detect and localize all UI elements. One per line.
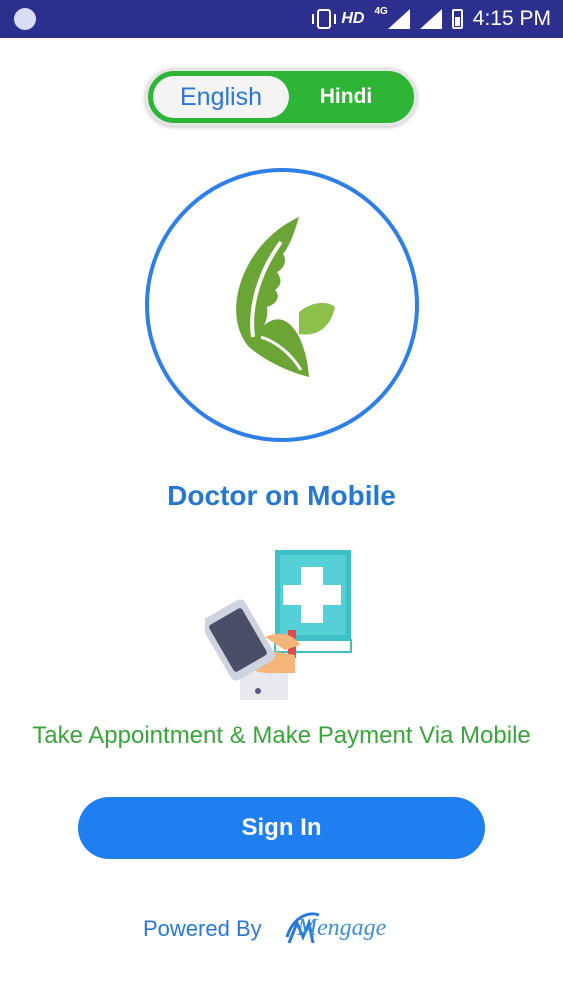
mobile-health-illustration — [201, 545, 365, 710]
signal-icon-2 — [419, 9, 442, 29]
network-type-label: 4G — [374, 5, 388, 17]
app-title: Doctor on Mobile — [167, 480, 396, 511]
clock: 4:15 PM — [472, 7, 551, 30]
vibrate-icon — [312, 9, 337, 29]
app-notification-icon — [14, 8, 36, 30]
language-option-english[interactable]: English — [153, 76, 289, 118]
language-toggle[interactable]: English Hindi — [145, 68, 417, 126]
app-logo — [145, 168, 419, 442]
tagline: Take Appointment & Make Payment Via Mobi… — [32, 722, 531, 749]
hd-label: HD — [341, 10, 365, 27]
status-bar: HD 4G 4:15 PM — [0, 0, 563, 38]
battery-icon — [451, 9, 463, 29]
mengage-logo: Mengage — [283, 905, 393, 955]
leaf-face-icon — [236, 217, 335, 377]
phone-medical-book-icon — [201, 550, 352, 700]
signal-icon — [387, 9, 410, 29]
mengage-logo-text: Mengage — [297, 915, 387, 941]
sign-in-button[interactable]: Sign In — [78, 797, 485, 859]
powered-by-label: Powered By — [143, 916, 262, 941]
status-bar-indicators: HD 4G 4:15 PM — [312, 0, 551, 38]
language-option-hindi[interactable]: Hindi — [296, 76, 396, 118]
